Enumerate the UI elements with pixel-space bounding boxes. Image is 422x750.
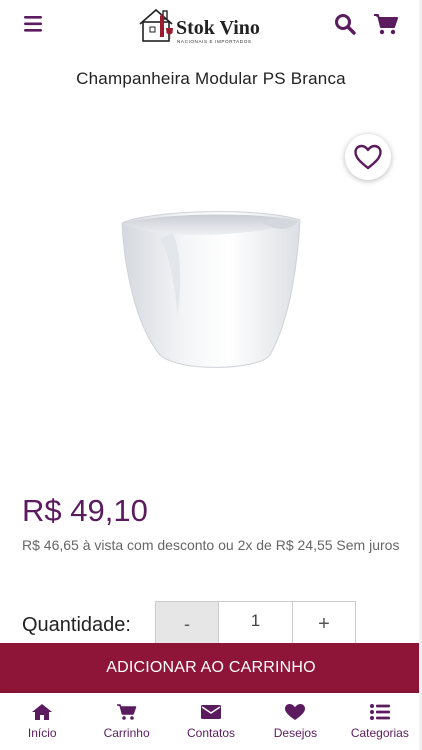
- logo-text: Stok Vino: [176, 17, 260, 39]
- heart-outline-icon: [354, 144, 382, 170]
- nav-label-categories: Categorias: [350, 726, 409, 740]
- product-title: Champanheira Modular PS Branca: [76, 69, 346, 88]
- nav-item-categories[interactable]: Categorias: [338, 693, 422, 750]
- hamburger-icon: [24, 16, 42, 32]
- quantity-input[interactable]: [219, 602, 292, 646]
- increase-quantity-button[interactable]: +: [292, 602, 355, 646]
- add-to-cart-button[interactable]: ADICIONAR AO CARRINHO: [0, 643, 422, 693]
- favorite-button[interactable]: [345, 134, 391, 180]
- heart-icon: [285, 704, 306, 720]
- search-button[interactable]: [333, 12, 357, 36]
- search-icon: [335, 14, 356, 35]
- list-icon: [369, 704, 390, 720]
- logo-tagline: NACIONAIS E IMPORTADOS: [177, 39, 252, 44]
- nav-label-contacts: Contatos: [187, 726, 236, 740]
- nav-item-home[interactable]: Início: [0, 693, 84, 750]
- nav-item-wishlist[interactable]: Desejos: [253, 693, 337, 750]
- product-image: [110, 205, 310, 380]
- home-icon: [32, 704, 53, 720]
- quantity-label: Quantidade:: [22, 614, 131, 636]
- cart-button[interactable]: [372, 12, 400, 36]
- cart-icon: [116, 704, 136, 720]
- product-price: R$ 49,10: [22, 493, 148, 528]
- store-logo[interactable]: Stok Vino NACIONAIS E IMPORTADOS: [136, 2, 288, 46]
- installment-info: R$ 46,65 à vista com desconto ou 2x de R…: [22, 537, 400, 553]
- nav-label-wishlist: Desejos: [273, 726, 318, 740]
- bottom-navigation: Início Carrinho Contatos Desejos Categor…: [0, 693, 422, 750]
- nav-item-cart[interactable]: Carrinho: [84, 693, 168, 750]
- app-header: Stok Vino NACIONAIS E IMPORTADOS: [0, 0, 422, 50]
- nav-label-home: Início: [27, 726, 57, 740]
- menu-button[interactable]: [22, 13, 46, 35]
- shopping-cart-icon: [374, 14, 398, 35]
- nav-item-contacts[interactable]: Contatos: [169, 693, 253, 750]
- envelope-icon: [201, 705, 222, 719]
- quantity-stepper: - +: [155, 601, 356, 647]
- decrease-quantity-button[interactable]: -: [156, 602, 219, 646]
- nav-label-cart: Carrinho: [103, 726, 150, 740]
